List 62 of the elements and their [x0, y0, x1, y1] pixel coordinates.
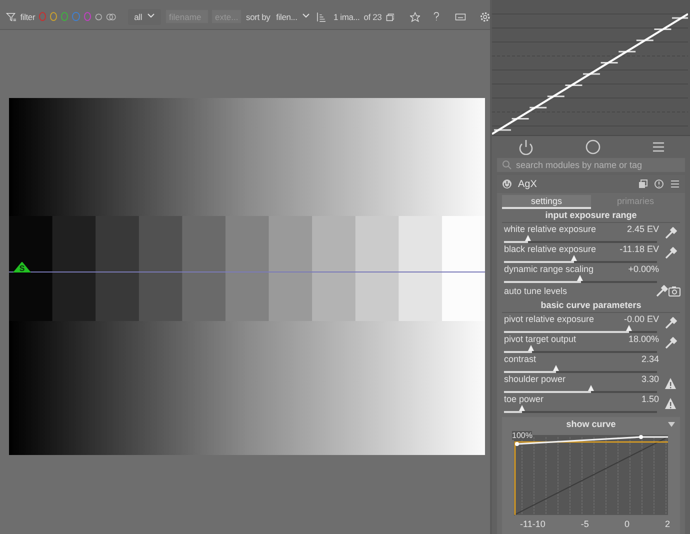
search-icon	[502, 160, 512, 170]
axis-label: -11-10	[520, 519, 546, 529]
slider-label: white relative exposure	[504, 224, 596, 234]
slider-value: 2.45 EV	[626, 224, 659, 234]
sort-order-icon[interactable]	[316, 10, 326, 24]
slider-label: toe power	[504, 394, 544, 404]
overlap-circles-icon[interactable]	[106, 12, 116, 22]
menu-icon[interactable]	[652, 140, 664, 154]
warning-icon	[664, 376, 676, 390]
slider-value: -0.00 EV	[624, 314, 659, 324]
camera-icon[interactable]	[668, 284, 681, 298]
slider-label: contrast	[504, 354, 536, 364]
search-field[interactable]: search modules by name or tag	[497, 158, 685, 172]
color-label-toggle[interactable]	[84, 12, 91, 21]
copy-icon[interactable]	[638, 179, 648, 189]
slider-label: black relative exposure	[504, 244, 596, 254]
dropdown-arrow-icon[interactable]	[668, 421, 675, 428]
slider-value: 3.30	[641, 374, 659, 384]
star-icon[interactable]	[410, 10, 420, 24]
slider-value: -11.18 EV	[620, 244, 659, 254]
settings-icon[interactable]	[480, 10, 490, 24]
chevron-icon	[147, 12, 156, 18]
slider-label: pivot target output	[504, 334, 576, 344]
color-label-toggle[interactable]	[39, 12, 46, 21]
slider-value: 18.00%	[628, 334, 659, 344]
module-title: AgX	[518, 178, 538, 190]
power-icon[interactable]	[502, 179, 512, 189]
power-icon[interactable]	[518, 139, 534, 155]
color-label-toggle[interactable]	[50, 12, 58, 21]
tab[interactable]: settings	[502, 195, 591, 209]
scope-dropdown[interactable]: all	[128, 8, 162, 24]
color-label-toggle[interactable]	[61, 12, 68, 21]
filter-label: filter	[20, 12, 36, 22]
slider-label: pivot relative exposure	[504, 314, 594, 324]
axis-label: -5	[580, 519, 589, 529]
chevron-icon	[302, 12, 310, 18]
axis-label: 0	[624, 519, 630, 529]
auto-tune-label: auto tune levels	[504, 286, 568, 296]
axis-label: 100%	[512, 431, 532, 440]
section-heading: input exposure range	[502, 209, 680, 223]
image-total: of 23	[364, 12, 382, 22]
slider-label: shoulder power	[504, 374, 566, 384]
color-label-toggle[interactable]	[72, 12, 80, 21]
sort-dropdown[interactable]: filen...	[274, 8, 312, 24]
section-heading: basic curve parameters	[502, 299, 680, 313]
stack-icon[interactable]	[386, 10, 394, 22]
slider-value: 2.34	[641, 354, 659, 364]
module-header[interactable]: AgX	[497, 175, 685, 193]
curve-title[interactable]: show curve	[566, 419, 616, 429]
circle-icon[interactable]	[584, 139, 600, 155]
warning-icon	[664, 396, 676, 410]
sort-label: sort by	[246, 12, 270, 22]
image-count: 1 ima...	[333, 12, 360, 22]
keyboard-icon[interactable]	[454, 10, 466, 22]
slider-value: 1.50	[641, 394, 659, 404]
slider-label: dynamic range scaling	[504, 264, 594, 274]
help-icon[interactable]	[432, 10, 442, 23]
circle-icon[interactable]	[94, 12, 102, 22]
slider-value: +0.00%	[628, 264, 659, 274]
info-icon[interactable]	[654, 179, 664, 189]
axis-label: 2	[664, 519, 670, 529]
menu-icon[interactable]	[670, 179, 680, 189]
